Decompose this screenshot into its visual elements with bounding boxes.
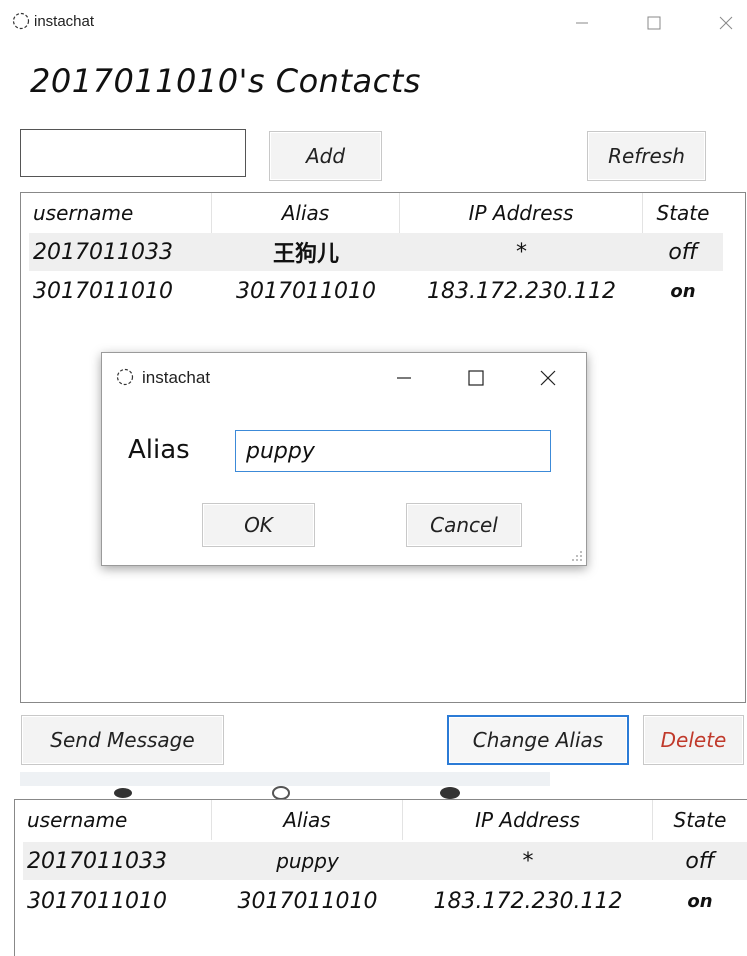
cancel-button[interactable]: Cancel — [406, 503, 522, 547]
page-title: 2017011010's Contacts — [30, 62, 421, 100]
add-contact-input[interactable] — [20, 129, 246, 177]
cell-alias: puppy — [276, 849, 339, 873]
add-button[interactable]: Add — [269, 131, 382, 181]
dialog-close-button[interactable] — [528, 363, 568, 393]
window-title: instachat — [34, 13, 95, 30]
instachat-icon — [12, 12, 30, 30]
table-row[interactable]: 2017011033 puppy * off — [23, 842, 747, 880]
minimize-icon — [397, 377, 411, 379]
dialog-title: instachat — [142, 368, 211, 387]
decoration-mark — [272, 786, 290, 800]
cell-username: 2017011033 — [33, 239, 173, 265]
table-header: username Alias IP Address State — [21, 193, 745, 233]
column-header-ip[interactable]: IP Address — [403, 800, 653, 840]
maximize-icon — [647, 16, 661, 30]
refresh-button[interactable]: Refresh — [587, 131, 706, 181]
send-message-button[interactable]: Send Message — [21, 715, 224, 765]
instachat-icon — [116, 368, 134, 386]
decoration-mark — [440, 787, 460, 799]
cell-alias: 王狗儿 — [272, 242, 339, 267]
ok-button[interactable]: OK — [202, 503, 315, 547]
column-header-state[interactable]: State — [653, 800, 747, 840]
maximize-button[interactable] — [634, 8, 674, 38]
cell-state: off — [685, 848, 715, 874]
change-alias-button[interactable]: Change Alias — [447, 715, 629, 765]
cell-alias: 3017011010 — [237, 888, 378, 914]
cell-ip: 183.172.230.112 — [433, 888, 623, 914]
alias-label: Alias — [128, 435, 190, 465]
alias-input[interactable] — [235, 430, 551, 472]
close-button[interactable] — [706, 8, 746, 38]
minimize-icon — [576, 22, 588, 24]
cell-state: on — [670, 280, 696, 302]
dialog-maximize-button[interactable] — [456, 363, 496, 393]
resize-grip-icon[interactable] — [571, 550, 583, 562]
table-row[interactable]: 3017011010 3017011010 183.172.230.112 on — [23, 882, 747, 920]
table-row[interactable]: 2017011033 王狗儿 * off — [29, 233, 723, 271]
minimize-button[interactable] — [562, 8, 602, 38]
cell-username: 2017011033 — [27, 848, 167, 874]
table-row[interactable]: 3017011010 3017011010 183.172.230.112 on — [29, 272, 723, 310]
cell-username: 3017011010 — [33, 278, 173, 304]
contacts-table-updated[interactable]: username Alias IP Address State 20170110… — [14, 799, 747, 956]
decoration-mark — [114, 788, 132, 798]
cell-alias: 3017011010 — [236, 278, 376, 304]
column-header-alias[interactable]: Alias — [212, 800, 403, 840]
close-icon — [719, 16, 733, 30]
maximize-icon — [468, 370, 484, 386]
table-header: username Alias IP Address State — [15, 800, 747, 840]
window-titlebar: instachat — [0, 0, 747, 46]
cell-ip: 183.172.230.112 — [427, 278, 616, 304]
column-header-username[interactable]: username — [15, 800, 212, 840]
cell-ip: * — [516, 239, 527, 265]
faint-strip — [20, 772, 550, 786]
cell-ip: * — [522, 848, 534, 874]
close-icon — [540, 370, 556, 386]
alias-dialog: instachat Alias OK Cancel — [101, 352, 587, 566]
column-header-state[interactable]: State — [643, 193, 723, 233]
cell-username: 3017011010 — [27, 888, 167, 914]
column-header-username[interactable]: username — [21, 193, 212, 233]
column-header-alias[interactable]: Alias — [212, 193, 400, 233]
cell-state: off — [668, 239, 698, 265]
delete-button[interactable]: Delete — [643, 715, 744, 765]
cell-state: on — [687, 890, 713, 912]
column-header-ip[interactable]: IP Address — [400, 193, 643, 233]
dialog-minimize-button[interactable] — [384, 363, 424, 393]
